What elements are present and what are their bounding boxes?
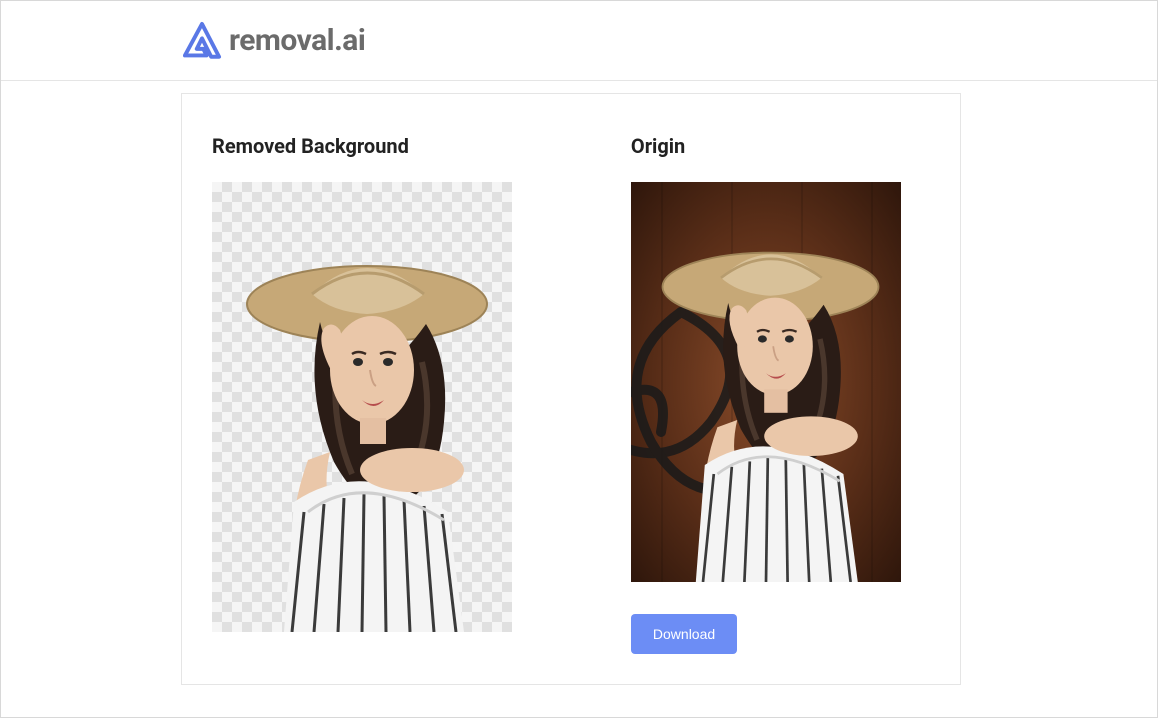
removed-title: Removed Background (212, 134, 571, 158)
removed-image-frame (212, 182, 512, 632)
origin-column: Origin (631, 134, 930, 654)
content-area: Removed Background (1, 81, 1157, 685)
origin-title: Origin (631, 134, 930, 158)
subject-original-image (631, 204, 901, 582)
subject-cutout-image (212, 212, 512, 632)
download-button[interactable]: Download (631, 614, 737, 654)
origin-image-frame (631, 182, 901, 582)
brand-a-icon (181, 20, 223, 62)
brand-logo[interactable]: removal.ai (181, 20, 365, 62)
app-header: removal.ai (1, 1, 1157, 81)
result-card: Removed Background (181, 93, 961, 685)
removed-column: Removed Background (212, 134, 571, 654)
brand-name: removal.ai (229, 23, 365, 58)
